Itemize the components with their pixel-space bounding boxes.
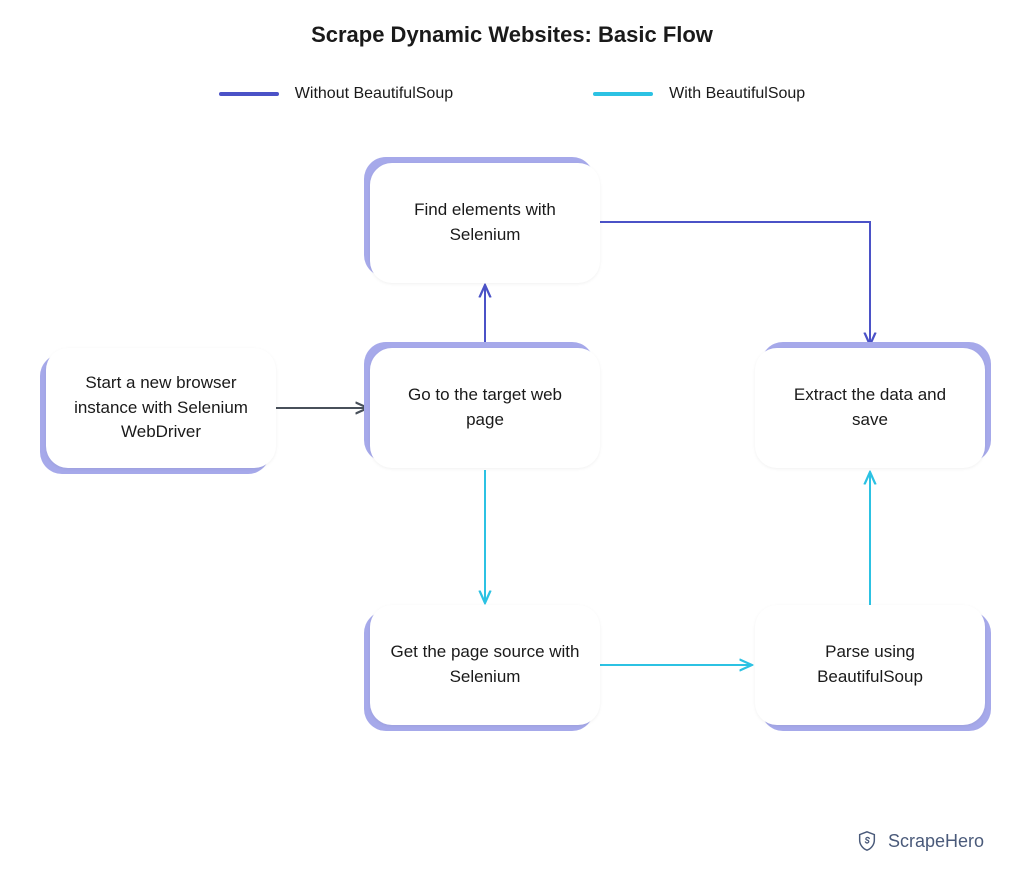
- node-extract-label: Extract the data and save: [755, 348, 985, 468]
- legend-with: With BeautifulSoup: [593, 85, 805, 103]
- node-page-source-label: Get the page source with Selenium: [370, 605, 600, 725]
- node-start: Start a new browser instance with Seleni…: [46, 348, 276, 468]
- node-page-source: Get the page source with Selenium: [370, 605, 600, 725]
- node-start-label: Start a new browser instance with Seleni…: [46, 348, 276, 468]
- diagram-title: Scrape Dynamic Websites: Basic Flow: [0, 22, 1024, 48]
- node-goto: Go to the target web page: [370, 348, 600, 468]
- legend-with-swatch: [593, 92, 653, 96]
- footer-brand-text: ScrapeHero: [888, 831, 984, 852]
- footer-brand: ScrapeHero: [856, 830, 984, 852]
- node-find: Find elements with Selenium: [370, 163, 600, 283]
- legend-without: Without BeautifulSoup: [219, 85, 453, 103]
- shield-icon: [856, 830, 878, 852]
- edge-find-extract: [600, 222, 870, 345]
- legend-with-label: With BeautifulSoup: [669, 85, 805, 103]
- node-parse: Parse using BeautifulSoup: [755, 605, 985, 725]
- node-find-label: Find elements with Selenium: [370, 163, 600, 283]
- legend: Without BeautifulSoup With BeautifulSoup: [0, 85, 1024, 103]
- node-goto-label: Go to the target web page: [370, 348, 600, 468]
- legend-without-label: Without BeautifulSoup: [295, 85, 453, 103]
- node-parse-label: Parse using BeautifulSoup: [755, 605, 985, 725]
- node-extract: Extract the data and save: [755, 348, 985, 468]
- legend-without-swatch: [219, 92, 279, 96]
